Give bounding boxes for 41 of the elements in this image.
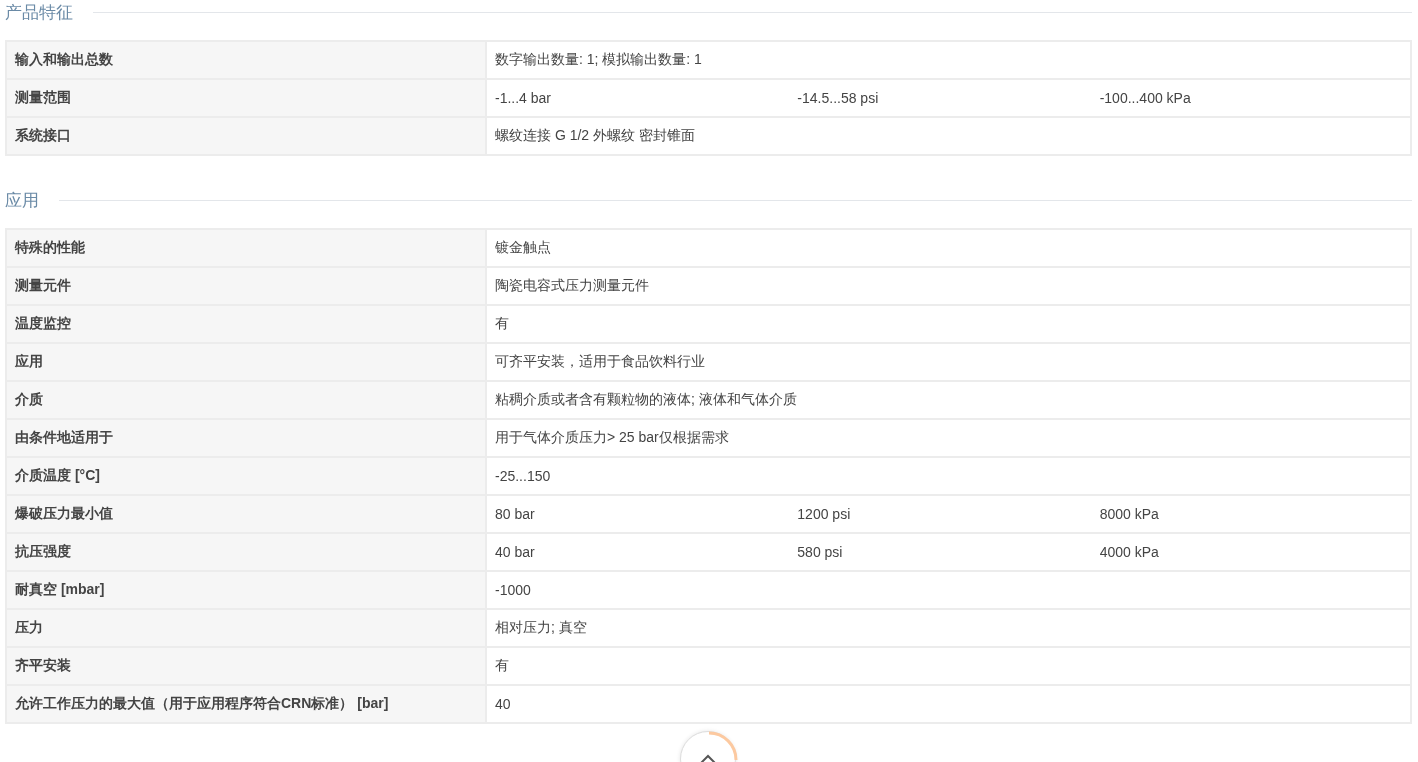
spec-value: 相对压力; 真空 (495, 619, 588, 637)
spec-value: 镀金触点 (495, 239, 552, 257)
spec-value: 580 psi (797, 544, 844, 560)
spec-value: 螺纹连接 G 1/2 外螺纹 密封锥面 (495, 127, 696, 145)
spec-value: -1000 (495, 582, 532, 598)
spec-label: 测量元件 (6, 267, 486, 305)
spec-value: 陶瓷电容式压力测量元件 (495, 277, 650, 295)
spec-label: 抗压强度 (6, 533, 486, 571)
spec-label: 测量范围 (6, 79, 486, 117)
section-title: 应用 (5, 189, 39, 212)
chevron-up-icon (699, 753, 717, 762)
spec-label: 允许工作压力的最大值（用于应用程序符合CRN标准） [bar] (6, 685, 486, 723)
spec-value: 粘稠介质或者含有颗粒物的液体; 液体和气体介质 (495, 391, 798, 409)
spec-value: -1...4 bar (495, 90, 553, 106)
spec-value: 可齐平安装，适用于食品饮料行业 (495, 353, 706, 371)
spec-label: 输入和输出总数 (6, 41, 486, 79)
spec-value: 8000 kPa (1099, 506, 1160, 522)
spec-value: 有 (495, 657, 510, 675)
spec-value: 80 bar (495, 506, 536, 522)
spec-label: 温度监控 (6, 305, 486, 343)
spec-label: 应用 (6, 343, 486, 381)
spec-label: 介质温度 [°C] (6, 457, 486, 495)
spec-label: 耐真空 [mbar] (6, 571, 486, 609)
spec-value: -14.5...58 psi (797, 90, 880, 106)
spec-label: 压力 (6, 609, 486, 647)
spec-value: -25...150 (495, 468, 552, 484)
spec-value: 40 bar (495, 544, 536, 560)
spec-label: 系统接口 (6, 117, 486, 155)
spec-value: 40 (495, 696, 512, 712)
spec-value: 用于气体介质压力> 25 bar仅根据需求 (495, 429, 730, 447)
spec-label: 齐平安装 (6, 647, 486, 685)
spec-value: 数字输出数量: 1; 模拟输出数量: 1 (495, 51, 703, 69)
spec-label: 介质 (6, 381, 486, 419)
spec-value: -100...400 kPa (1099, 90, 1192, 106)
spec-label: 特殊的性能 (6, 229, 486, 267)
spec-label: 爆破压力最小值 (6, 495, 486, 533)
spec-value: 1200 psi (797, 506, 852, 522)
section-title: 产品特征 (5, 1, 73, 24)
spec-value: 有 (495, 315, 510, 333)
spec-label: 由条件地适用于 (6, 419, 486, 457)
spec-value: 4000 kPa (1099, 544, 1160, 560)
